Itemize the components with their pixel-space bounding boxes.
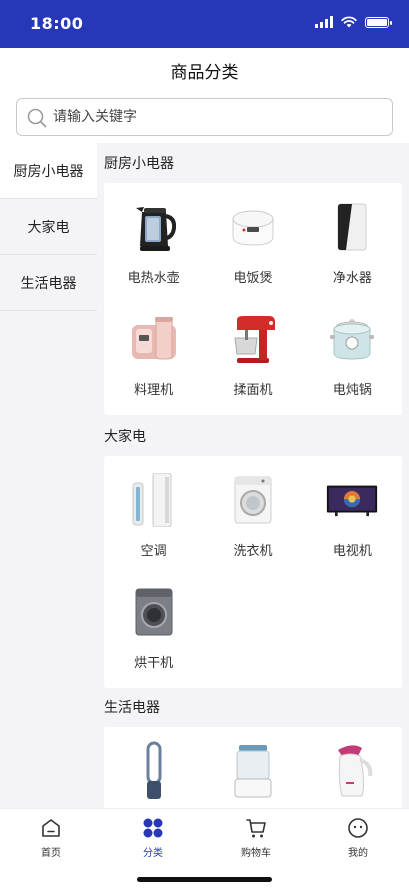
tv-icon [327,485,378,517]
product-name: 揉面机 [233,383,273,398]
search-input[interactable] [53,99,383,135]
bladeless-fan-icon [146,741,162,799]
stand-mixer-icon [234,316,275,363]
garment-steamer-icon [338,745,373,797]
tab-label: 购物车 [241,848,271,859]
rice-cooker-icon [232,210,274,246]
product-name: 电炖锅 [332,383,372,398]
product-item[interactable]: 烘干机 [104,576,203,688]
page-title: 商品分类 [170,62,239,83]
sidebar-item-label: 生活电器 [20,275,77,292]
washing-machine-icon [234,476,272,524]
product-item[interactable]: 空调 [104,464,203,576]
sidebar-item-label: 厨房小电器 [13,163,84,180]
humidifier-icon [234,745,272,798]
cart-icon [246,819,266,838]
status-time: 18:00 [30,14,84,33]
product-item[interactable] [203,735,302,808]
sidebar-item-label: 大家电 [27,219,70,236]
stew-pot-icon [330,319,375,360]
section-title: 大家电 [104,429,146,445]
wifi-icon [341,16,357,28]
section-major-appliances: 大家电 空调 洗衣机 电视机 烘干机 [97,416,409,688]
section-kitchen: 厨房小电器 电热水壶 电饭煲 净水器 料理机 揉面机 电炖锅 [97,143,409,415]
home-icon [42,819,60,837]
product-item[interactable]: 揉面机 [203,303,302,415]
section-card: 空调 洗衣机 电视机 烘干机 [104,456,402,688]
category-sidebar: 厨房小电器 大家电 生活电器 [0,143,97,808]
sidebar-item-home-appliances[interactable]: 生活电器 [0,255,97,311]
search-icon [27,108,47,128]
category-content: 厨房小电器 大家电 生活电器 厨房小电器 电热水壶 电饭煲 净水器 料理机 揉面… [0,143,409,808]
product-item[interactable]: 洗衣机 [203,464,302,576]
product-item[interactable]: 电热水壶 [104,191,203,303]
section-card: 电热水壶 电饭煲 净水器 料理机 揉面机 电炖锅 [104,183,402,415]
product-item[interactable]: 电视机 [303,464,402,576]
product-item[interactable] [104,735,203,808]
tab-label: 首页 [41,848,61,859]
nav-bar: 商品分类 [0,48,409,92]
product-name: 电饭煲 [233,271,273,286]
section-title: 厨房小电器 [104,156,174,172]
tab-home[interactable]: 首页 [21,817,81,859]
profile-icon [348,818,368,838]
product-item[interactable]: 电饭煲 [203,191,302,303]
tab-category[interactable]: 分类 [123,817,183,859]
product-list: 厨房小电器 电热水壶 电饭煲 净水器 料理机 揉面机 电炖锅 大家电 空调 洗衣… [97,143,409,808]
tab-label: 我的 [348,848,368,859]
dryer-icon [135,588,173,636]
status-bar: 18:00 [0,0,409,48]
section-title: 生活电器 [104,700,160,716]
water-purifier-icon [337,203,367,251]
signal-icon [315,16,333,28]
product-item[interactable]: 电炖锅 [303,303,402,415]
section-home-appliances: 生活电器 [97,687,409,808]
category-icon [143,818,163,838]
product-item[interactable] [303,735,402,808]
status-icons [315,16,392,28]
product-item[interactable]: 料理机 [104,303,203,415]
product-item[interactable]: 净水器 [303,191,402,303]
tab-profile[interactable]: 我的 [328,817,388,859]
kettle-icon [135,207,176,251]
air-conditioner-icon [132,473,172,527]
blender-icon [131,317,176,360]
product-name: 洗衣机 [233,544,273,559]
product-name: 净水器 [332,271,372,286]
product-name: 烘干机 [134,656,174,671]
tab-label: 分类 [143,848,163,859]
product-name: 空调 [140,544,167,559]
section-card [104,727,402,808]
product-name: 电热水壶 [127,271,180,286]
product-name: 电视机 [332,544,372,559]
product-name: 料理机 [134,383,174,398]
sidebar-item-kitchen[interactable]: 厨房小电器 [0,143,97,199]
sidebar-item-major-appliances[interactable]: 大家电 [0,199,97,255]
home-indicator [137,877,272,882]
tab-cart[interactable]: 购物车 [226,817,286,859]
search-box[interactable] [16,98,393,136]
battery-icon [365,16,392,28]
